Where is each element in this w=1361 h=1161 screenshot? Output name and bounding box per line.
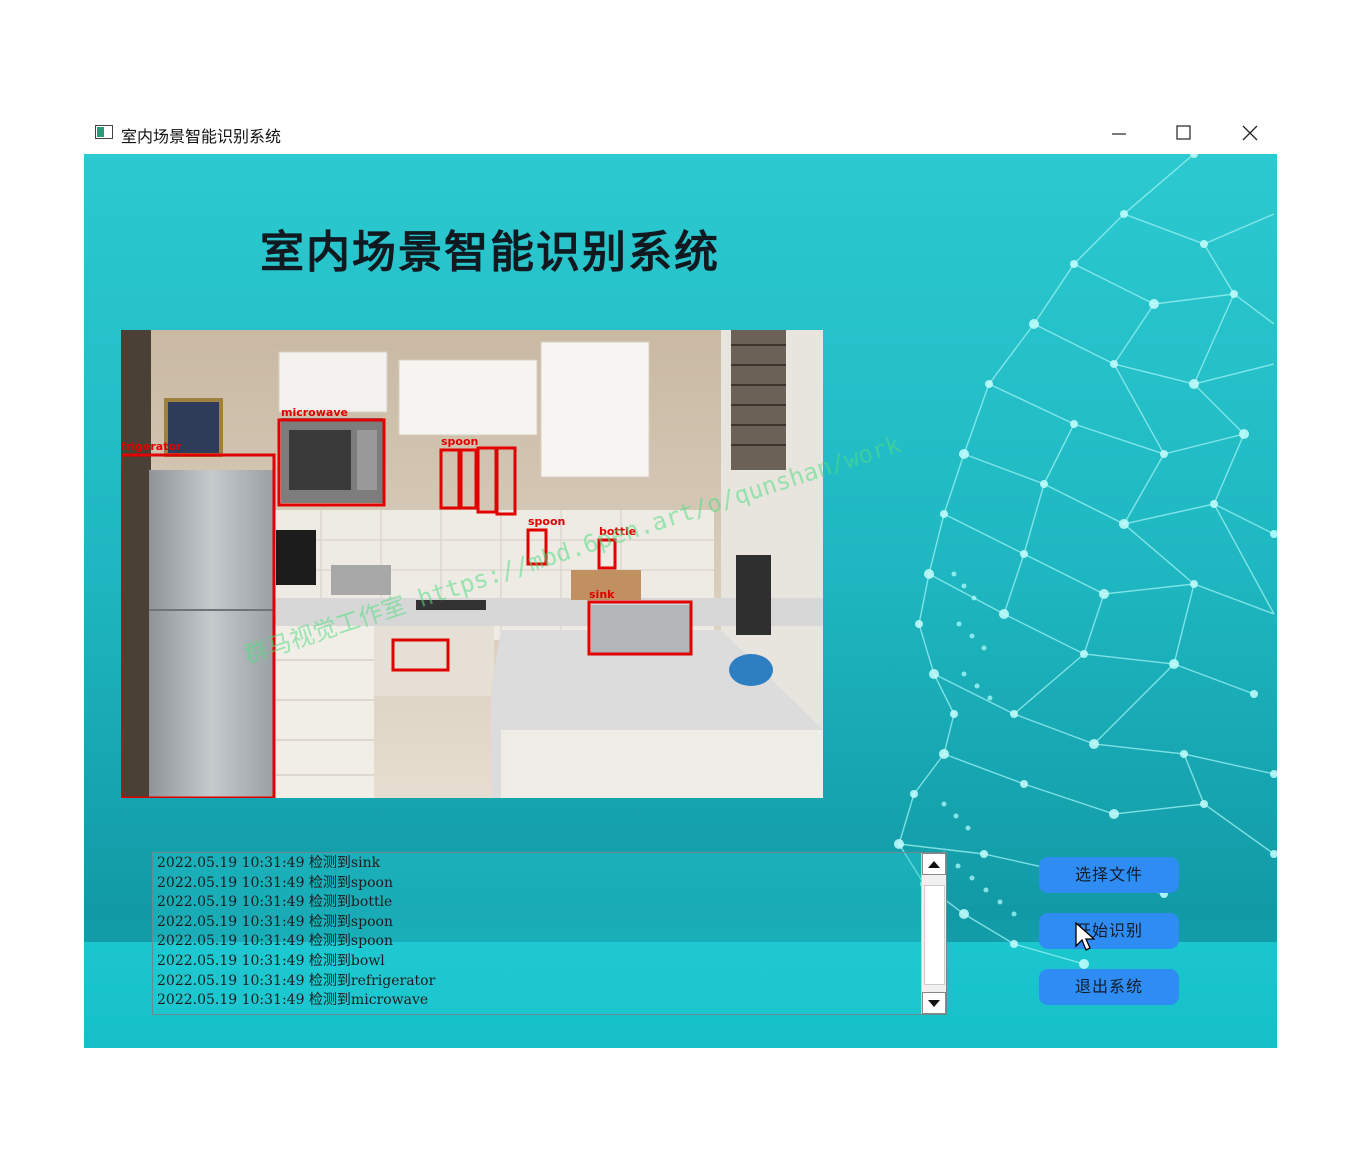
exit-system-button[interactable]: 退出系统 bbox=[1039, 969, 1179, 1005]
log-line: 2022.05.19 10:31:49 检测到sink bbox=[157, 855, 381, 871]
app-icon bbox=[95, 125, 113, 139]
scroll-down-button[interactable] bbox=[922, 992, 946, 1014]
svg-text:frigerator: frigerator bbox=[121, 440, 182, 453]
mouse-cursor-icon bbox=[1075, 922, 1095, 951]
svg-text:spoon: spoon bbox=[528, 515, 565, 528]
title-bar[interactable]: 室内场景智能识别系统 bbox=[84, 112, 1277, 154]
svg-text:spoon: spoon bbox=[441, 435, 478, 448]
log-lines: 2022.05.19 10:31:49 检测到sink 2022.05.19 1… bbox=[157, 854, 920, 1014]
log-line: 2022.05.19 10:31:49 检测到refrigerator bbox=[157, 972, 436, 989]
page-heading: 室内场景智能识别系统 bbox=[260, 227, 720, 278]
triangle-up-icon bbox=[928, 861, 940, 868]
start-recognition-button[interactable]: 开始识别 bbox=[1039, 913, 1179, 949]
log-line: 2022.05.19 10:31:49 检测到bottle bbox=[157, 894, 393, 911]
main-panel: 室内场景智能识别系统 microwave frigerator spoon bo… bbox=[84, 154, 1277, 1048]
minimize-icon bbox=[1112, 133, 1126, 135]
maximize-button[interactable] bbox=[1161, 116, 1207, 150]
log-line: 2022.05.19 10:31:49 检测到spoon bbox=[157, 913, 393, 930]
maximize-icon bbox=[1176, 125, 1191, 140]
app-window: 室内场景智能识别系统 室内场景智能识别系统 microwave frigerat… bbox=[84, 112, 1277, 1048]
window-title: 室内场景智能识别系统 bbox=[121, 127, 282, 146]
log-line: 2022.05.19 10:31:49 检测到bowl bbox=[157, 952, 385, 969]
scroll-up-button[interactable] bbox=[922, 853, 946, 875]
scroll-thumb[interactable] bbox=[924, 885, 945, 985]
close-icon bbox=[1242, 125, 1258, 141]
minimize-button[interactable] bbox=[1096, 116, 1142, 150]
triangle-down-icon bbox=[928, 1000, 940, 1007]
detection-log[interactable]: 2022.05.19 10:31:49 检测到sink 2022.05.19 1… bbox=[152, 852, 947, 1015]
log-line: 2022.05.19 10:31:49 检测到microwave bbox=[157, 992, 429, 1009]
select-file-button[interactable]: 选择文件 bbox=[1039, 857, 1179, 893]
log-scrollbar[interactable] bbox=[921, 853, 946, 1014]
log-line: 2022.05.19 10:31:49 检测到spoon bbox=[157, 874, 393, 891]
svg-text:microwave: microwave bbox=[281, 406, 348, 419]
close-button[interactable] bbox=[1227, 116, 1273, 150]
log-line: 2022.05.19 10:31:49 检测到spoon bbox=[157, 933, 393, 950]
svg-text:sink: sink bbox=[589, 588, 615, 601]
